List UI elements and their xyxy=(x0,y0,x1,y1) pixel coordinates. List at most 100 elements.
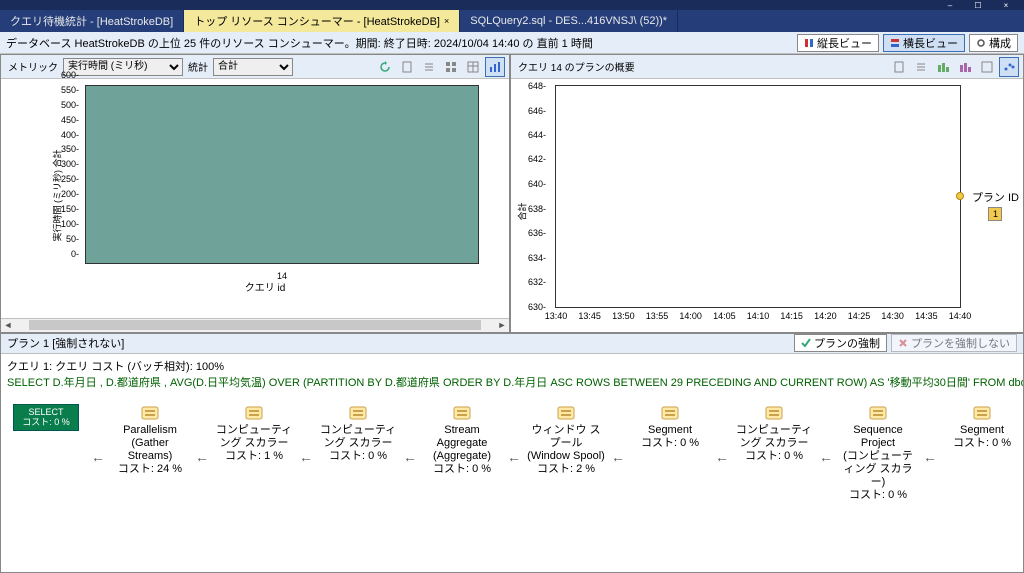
operator-icon xyxy=(555,404,577,422)
plan-arrow: ← xyxy=(611,449,625,465)
node-name: コンピューティング スカラー xyxy=(319,424,397,450)
operator-icon xyxy=(243,404,265,422)
right-chart-area: 合計 630-632-634-636-638-640-642-644-646-6… xyxy=(511,79,1023,332)
legend-swatch[interactable]: 1 xyxy=(988,207,1002,221)
operator-icon xyxy=(451,404,473,422)
operator-icon xyxy=(347,404,369,422)
left-chart-plot[interactable]: 14 xyxy=(85,85,479,264)
rt-btn-5[interactable] xyxy=(977,57,997,77)
window-minimize-button[interactable]: – xyxy=(936,0,964,10)
plan-node[interactable]: Segmentコスト: 0 % xyxy=(943,404,1021,450)
rt-btn-4[interactable] xyxy=(955,57,975,77)
list-icon xyxy=(915,61,927,73)
right-chart-plot[interactable]: 630-632-634-636-638-640-642-644-646-648-… xyxy=(555,85,961,308)
x-tick: 14:35 xyxy=(915,311,938,321)
rt-chart-button[interactable] xyxy=(999,57,1019,77)
plan-node[interactable]: Segmentコスト: 0 % xyxy=(631,404,709,450)
y-tick: 550- xyxy=(61,85,79,95)
plan-node[interactable]: コンピューティング スカラーコスト: 0 % xyxy=(735,404,813,464)
document-tabs: クエリ待機統計 - [HeatStrokeDB] トップ リソース コンシューマ… xyxy=(0,10,1024,32)
vertical-view-button[interactable]: 縦長ビュー xyxy=(797,34,879,52)
window-close-button[interactable]: × xyxy=(992,0,1020,10)
x-tick: 13:40 xyxy=(545,311,568,321)
detail-button[interactable] xyxy=(419,57,439,77)
close-icon[interactable]: × xyxy=(444,16,449,26)
node-sub: (Gather Streams) xyxy=(111,437,189,463)
plan-node[interactable]: ウィンドウ スプール(Window Spool)コスト: 2 % xyxy=(527,404,605,477)
plan-arrow: ← xyxy=(715,449,729,465)
x-tick: 14:10 xyxy=(747,311,770,321)
left-scrollbar[interactable]: ◄► xyxy=(1,318,509,332)
x-tick: 14:05 xyxy=(713,311,736,321)
window-maximize-button[interactable]: ☐ xyxy=(964,0,992,10)
node-cost: コスト: 0 % xyxy=(329,450,387,463)
x-tick: 14:40 xyxy=(949,311,972,321)
table-icon xyxy=(981,61,993,73)
info-text: データベース HeatStrokeDB の上位 25 件のリソース コンシューマ… xyxy=(6,35,593,51)
x-tick: 14:25 xyxy=(848,311,871,321)
tracked-button[interactable] xyxy=(397,57,417,77)
configure-button[interactable]: 構成 xyxy=(969,34,1018,52)
node-cost: コスト: 1 % xyxy=(225,450,283,463)
node-cost: コスト: 0 % xyxy=(849,489,907,502)
x-tick: 13:45 xyxy=(578,311,601,321)
stat-select[interactable]: 合計 xyxy=(213,58,293,76)
y-tick: 648- xyxy=(528,81,546,91)
tab-sqlquery2[interactable]: SQLQuery2.sql - DES...416VNSJ\ (52))* xyxy=(460,10,678,32)
legend-title: プラン ID xyxy=(972,189,1019,205)
plan-node[interactable]: Stream Aggregate(Aggregate)コスト: 0 % xyxy=(423,404,501,477)
main-split: メトリック 実行時間 (ミリ秒) 統計 合計 実行時間 (ミリ秒) 合計 0-5… xyxy=(0,54,1024,334)
node-name: Segment xyxy=(960,424,1004,437)
y-tick: 250- xyxy=(61,174,79,184)
y-tick: 300- xyxy=(61,159,79,169)
operator-icon xyxy=(659,404,681,422)
rt-btn-2[interactable] xyxy=(911,57,931,77)
data-point[interactable] xyxy=(956,192,964,200)
btn-label: プランの強制 xyxy=(814,335,880,351)
y-tick: 500- xyxy=(61,100,79,110)
rt-btn-3[interactable] xyxy=(933,57,953,77)
rt-btn-1[interactable] xyxy=(889,57,909,77)
plan-node[interactable]: コンピューティング スカラーコスト: 0 % xyxy=(319,404,397,464)
tab-top-resource-consumers[interactable]: トップ リソース コンシューマー - [HeatStrokeDB]× xyxy=(184,10,460,32)
table-button[interactable] xyxy=(463,57,483,77)
metric-select[interactable]: 実行時間 (ミリ秒) xyxy=(63,58,183,76)
plan-node[interactable]: SELECTコスト: 0 % xyxy=(7,404,85,432)
y-tick: 632- xyxy=(528,277,546,287)
layout-vertical-icon xyxy=(804,38,814,48)
plan-cost-line: クエリ 1: クエリ コスト (バッチ相対): 100% xyxy=(7,358,1017,374)
y-tick: 644- xyxy=(528,130,546,140)
bar-chart-icon xyxy=(489,61,501,73)
plan-arrow: ← xyxy=(299,449,313,465)
refresh-button[interactable] xyxy=(375,57,395,77)
plan-legend: プラン ID 1 xyxy=(972,189,1019,221)
plan-node[interactable]: Sequence Project(コンピューティング スカラー)コスト: 0 % xyxy=(839,404,917,503)
plan-arrow: ← xyxy=(195,449,209,465)
grid-button[interactable] xyxy=(441,57,461,77)
operator-icon xyxy=(867,404,889,422)
plan-arrow: ← xyxy=(91,449,105,465)
force-plan-button[interactable]: プランの強制 xyxy=(794,334,887,352)
plan-body[interactable]: クエリ 1: クエリ コスト (バッチ相対): 100% SELECT D.年月… xyxy=(1,354,1023,573)
plan-node[interactable]: コンピューティング スカラーコスト: 1 % xyxy=(215,404,293,464)
y-tick: 636- xyxy=(528,228,546,238)
plan-arrow: ← xyxy=(507,449,521,465)
window-titlebar: – ☐ × xyxy=(0,0,1024,10)
execution-plan-section: プラン 1 [強制されない] プランの強制 プランを強制しない クエリ 1: ク… xyxy=(0,334,1024,573)
tab-query-wait-stats[interactable]: クエリ待機統計 - [HeatStrokeDB] xyxy=(0,10,184,32)
stat-label: 統計 xyxy=(185,59,211,74)
btn-label: 構成 xyxy=(989,35,1011,51)
node-cost: コスト: 0 % xyxy=(745,450,803,463)
node-name: Sequence Project xyxy=(839,424,917,450)
document-icon xyxy=(401,61,413,73)
horizontal-view-button[interactable]: 横長ビュー xyxy=(883,34,965,52)
y-tick: 100- xyxy=(61,219,79,229)
node-cost: コスト: 0 % xyxy=(433,463,491,476)
node-name: Stream Aggregate xyxy=(423,424,501,450)
x-tick: 14:20 xyxy=(814,311,837,321)
node-name: コンピューティング スカラー xyxy=(215,424,293,450)
chart-button[interactable] xyxy=(485,57,505,77)
node-sub: (Window Spool) xyxy=(527,450,605,463)
plan-node[interactable]: Parallelism(Gather Streams)コスト: 24 % xyxy=(111,404,189,477)
y-tick: 0- xyxy=(71,249,79,259)
